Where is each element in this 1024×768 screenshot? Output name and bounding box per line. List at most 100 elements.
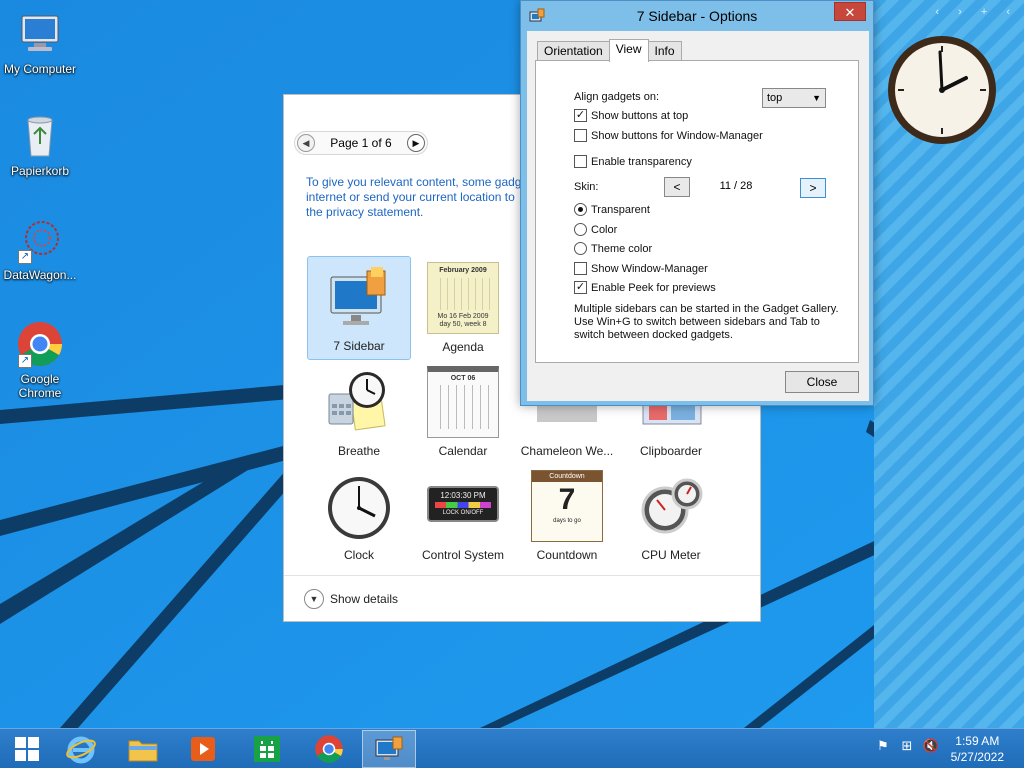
window-title: 7 Sidebar - Options xyxy=(636,8,758,24)
gadget-tile-7-sidebar[interactable]: 7 Sidebar xyxy=(307,256,411,360)
prev-page-button[interactable]: ◀ xyxy=(297,134,315,152)
radio-unselected[interactable] xyxy=(574,223,587,236)
gadget-tile-agenda[interactable]: February 2009 Mo 16 Feb 2009 day 50, wee… xyxy=(411,256,515,360)
network-icon[interactable]: ⊞ xyxy=(898,738,916,756)
gadget-gallery-icon xyxy=(375,736,403,760)
action-center-icon[interactable]: ⚑ xyxy=(874,738,892,756)
control-time: 12:03:30 PM xyxy=(440,491,486,500)
start-button[interactable] xyxy=(0,730,54,768)
desktop-icon-my-computer[interactable]: My Computer xyxy=(0,10,80,76)
tab-orientation[interactable]: Orientation xyxy=(537,41,610,61)
countdown-header: Countdown xyxy=(532,471,602,482)
agenda-grid xyxy=(434,278,492,310)
privacy-notice[interactable]: To give you relevant content, some gadg … xyxy=(306,175,526,220)
computer-icon xyxy=(21,15,59,51)
tab-strip: Orientation View Info xyxy=(537,39,682,62)
countdown-icon: Countdown 7 days to go xyxy=(531,470,603,542)
gadget-label: Breathe xyxy=(337,444,381,458)
desktop-icon-recycle-bin[interactable]: Papierkorb xyxy=(0,112,80,178)
privacy-line: To give you relevant content, some gadg xyxy=(306,175,522,189)
enable-transparency-checkbox[interactable]: Enable transparency xyxy=(574,155,692,168)
internet-explorer-icon xyxy=(66,736,96,764)
start-icon xyxy=(15,737,39,761)
radio-selected[interactable] xyxy=(574,203,587,216)
countdown-number: 7 xyxy=(558,483,576,516)
sidebar-controls[interactable]: ‹ › + ‹ xyxy=(935,6,1018,18)
checkbox-checked[interactable]: ✓ xyxy=(574,109,587,122)
help-text: Multiple sidebars can be started in the … xyxy=(574,303,839,341)
show-buttons-wm-checkbox[interactable]: Show buttons for Window-Manager xyxy=(574,129,763,142)
chevron-down-icon: ▼ xyxy=(812,93,821,103)
gadget-label: Agenda xyxy=(442,340,484,354)
agenda-footer: day 50, week 8 xyxy=(439,321,487,328)
taskbar-media-player[interactable] xyxy=(176,730,230,768)
skin-prev-button[interactable]: < xyxy=(664,177,690,197)
radio-unselected[interactable] xyxy=(574,242,587,255)
align-value: top xyxy=(767,92,783,104)
options-client: Orientation View Info Align gadgets on: … xyxy=(527,31,869,401)
agenda-month: February 2009 xyxy=(439,267,487,274)
checkbox-unchecked[interactable] xyxy=(574,155,587,168)
align-label: Align gadgets on: xyxy=(574,91,660,103)
monitor-gadget-icon xyxy=(330,267,386,325)
gadget-tile-clock[interactable]: Clock xyxy=(307,464,411,568)
gadget-label: Chameleon We... xyxy=(520,444,614,458)
gadget-tile-calendar[interactable]: OCT 06 Calendar xyxy=(411,360,515,464)
agenda-footer: Mo 16 Feb 2009 xyxy=(437,313,489,320)
skin-label: Skin: xyxy=(574,181,599,193)
chevron-down-icon[interactable]: ▼ xyxy=(304,588,324,609)
taskbar-store[interactable] xyxy=(240,730,294,768)
clock-date: 5/27/2022 xyxy=(950,750,1004,764)
chrome-icon xyxy=(315,735,343,763)
desktop-icon-label: Papierkorb xyxy=(10,164,70,178)
calendar-month: OCT 06 xyxy=(450,375,476,382)
radio-theme-color[interactable]: Theme color xyxy=(574,242,652,255)
privacy-link[interactable]: the privacy statement. xyxy=(306,205,526,220)
tab-view[interactable]: View xyxy=(608,39,649,62)
enable-peek-checkbox[interactable]: ✓ Enable Peek for previews xyxy=(574,281,716,294)
taskbar-clock[interactable]: 1:59 AM 5/27/2022 xyxy=(951,733,1004,765)
show-window-manager-checkbox[interactable]: Show Window-Manager xyxy=(574,262,708,275)
cpu-meter-icon xyxy=(641,478,703,534)
title-bar[interactable]: 7 Sidebar - Options ✕ xyxy=(521,1,873,31)
next-page-button[interactable]: ▶ xyxy=(406,134,425,152)
close-icon[interactable]: ✕ xyxy=(834,2,866,21)
clock-icon xyxy=(328,477,390,539)
gadget-tile-countdown[interactable]: Countdown 7 days to go Countdown xyxy=(515,464,619,568)
sidebar-options-window: 7 Sidebar - Options ✕ Orientation View I… xyxy=(520,0,874,406)
skin-value: 11 / 28 xyxy=(719,180,753,192)
taskbar-internet-explorer[interactable] xyxy=(54,730,108,768)
desktop-icon-chrome[interactable]: ↗ Google Chrome xyxy=(0,320,80,400)
skin-next-button[interactable]: > xyxy=(800,178,826,198)
control-system-icon: 12:03:30 PM LOCK ON/OFF xyxy=(427,470,499,542)
gadget-label: Clock xyxy=(343,548,374,562)
volume-muted-icon[interactable]: 🔇 xyxy=(922,738,940,756)
checkbox-unchecked[interactable] xyxy=(574,262,587,275)
tab-info[interactable]: Info xyxy=(647,41,682,61)
gadget-tile-control-system[interactable]: 12:03:30 PM LOCK ON/OFF Control System xyxy=(411,464,515,568)
breathe-clock-icon xyxy=(328,372,386,431)
taskbar-gadget-gallery[interactable] xyxy=(362,730,416,768)
privacy-line: internet or send your current location t… xyxy=(306,190,515,204)
calendar-icon: OCT 06 xyxy=(427,366,499,438)
taskbar: ⚑ ⊞ 🔇 1:59 AM 5/27/2022 xyxy=(0,728,1024,768)
taskbar-file-explorer[interactable] xyxy=(116,730,170,768)
gadget-label: 7 Sidebar xyxy=(333,339,385,353)
show-details-label: Show details xyxy=(330,591,399,606)
show-details-bar[interactable]: ▼ Show details xyxy=(284,575,760,621)
desktop-icon-label: Google Chrome xyxy=(18,372,62,400)
show-buttons-top-checkbox[interactable]: ✓ Show buttons at top xyxy=(574,109,688,122)
gadget-label: Clipboarder xyxy=(639,444,703,458)
radio-transparent[interactable]: Transparent xyxy=(574,203,650,216)
calendar-grid xyxy=(433,385,493,429)
gadget-tile-cpu-meter[interactable]: CPU Meter xyxy=(619,464,723,568)
checkbox-checked[interactable]: ✓ xyxy=(574,281,587,294)
file-explorer-icon xyxy=(128,740,158,762)
checkbox-unchecked[interactable] xyxy=(574,129,587,142)
radio-color[interactable]: Color xyxy=(574,223,617,236)
close-button[interactable]: Close xyxy=(785,371,859,393)
taskbar-chrome[interactable] xyxy=(302,730,356,768)
align-select[interactable]: top ▼ xyxy=(762,88,826,108)
desktop-icon-datawagon[interactable]: ↗ DataWagon... xyxy=(0,216,80,282)
gadget-tile-breathe[interactable]: Breathe xyxy=(307,360,411,464)
